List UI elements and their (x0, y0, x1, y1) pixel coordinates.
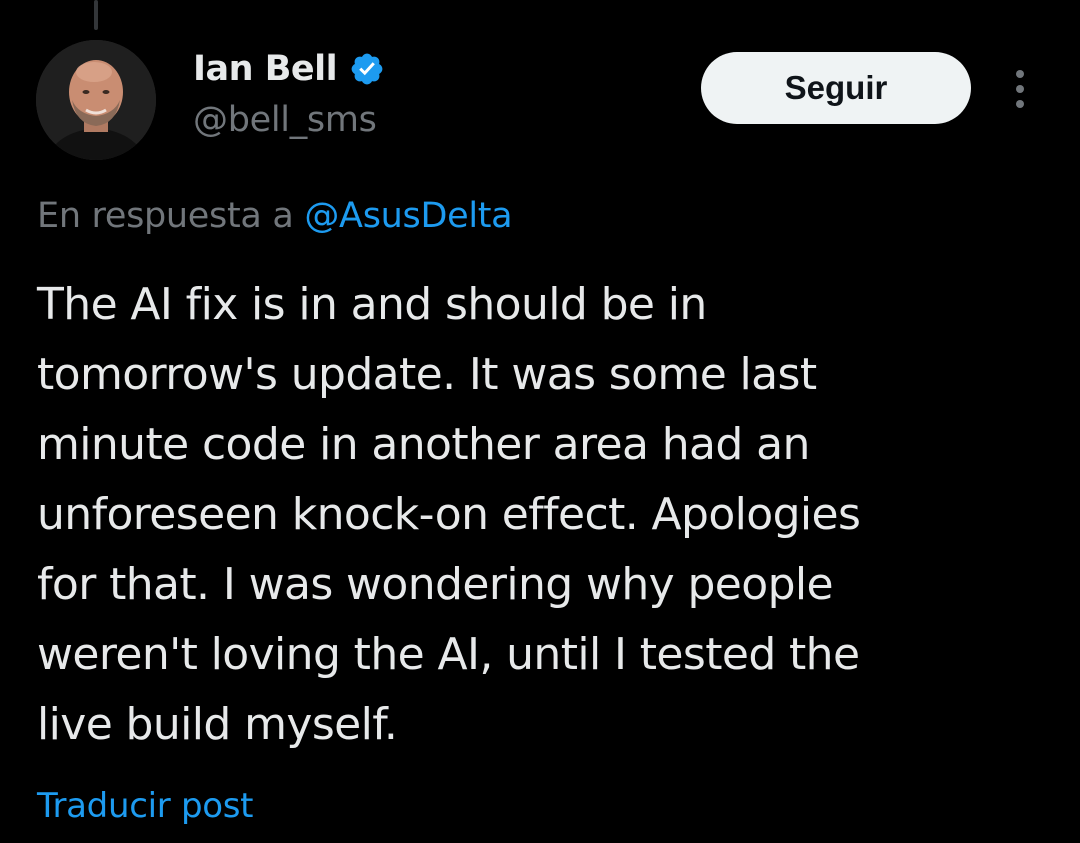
more-dot (1016, 70, 1024, 78)
reply-context: En respuesta a @AsusDelta (37, 196, 513, 236)
author-display-name[interactable]: Ian Bell (193, 49, 338, 89)
thread-connector-line (94, 0, 98, 30)
follow-button[interactable]: Seguir (701, 52, 971, 124)
more-dot (1016, 100, 1024, 108)
more-dot (1016, 85, 1024, 93)
tweet-text-line: minute code in another area had an (37, 419, 810, 470)
tweet-text-line: tomorrow's update. It was some last (37, 349, 817, 400)
tweet-text-line: unforeseen knock-on effect. Apologies (37, 489, 861, 540)
translate-post-link[interactable]: Traducir post (37, 786, 253, 826)
avatar[interactable] (36, 40, 156, 160)
verified-badge-icon[interactable] (349, 51, 385, 87)
more-vertical-icon[interactable] (1008, 70, 1032, 108)
tweet-text: The AI fix is in and should be in tomorr… (37, 270, 1057, 760)
tweet-text-line: weren't loving the AI, until I tested th… (37, 629, 860, 680)
author-handle[interactable]: @bell_sms (193, 100, 377, 140)
reply-mention-link[interactable]: @AsusDelta (304, 196, 512, 236)
profile-photo (36, 40, 156, 160)
tweet-text-line: The AI fix is in and should be in (37, 279, 707, 330)
reply-prefix: En respuesta a (37, 196, 305, 236)
author-name-row[interactable]: Ian Bell (193, 44, 385, 94)
tweet-text-line: for that. I was wondering why people (37, 559, 834, 610)
tweet-text-line: live build myself. (37, 699, 398, 750)
